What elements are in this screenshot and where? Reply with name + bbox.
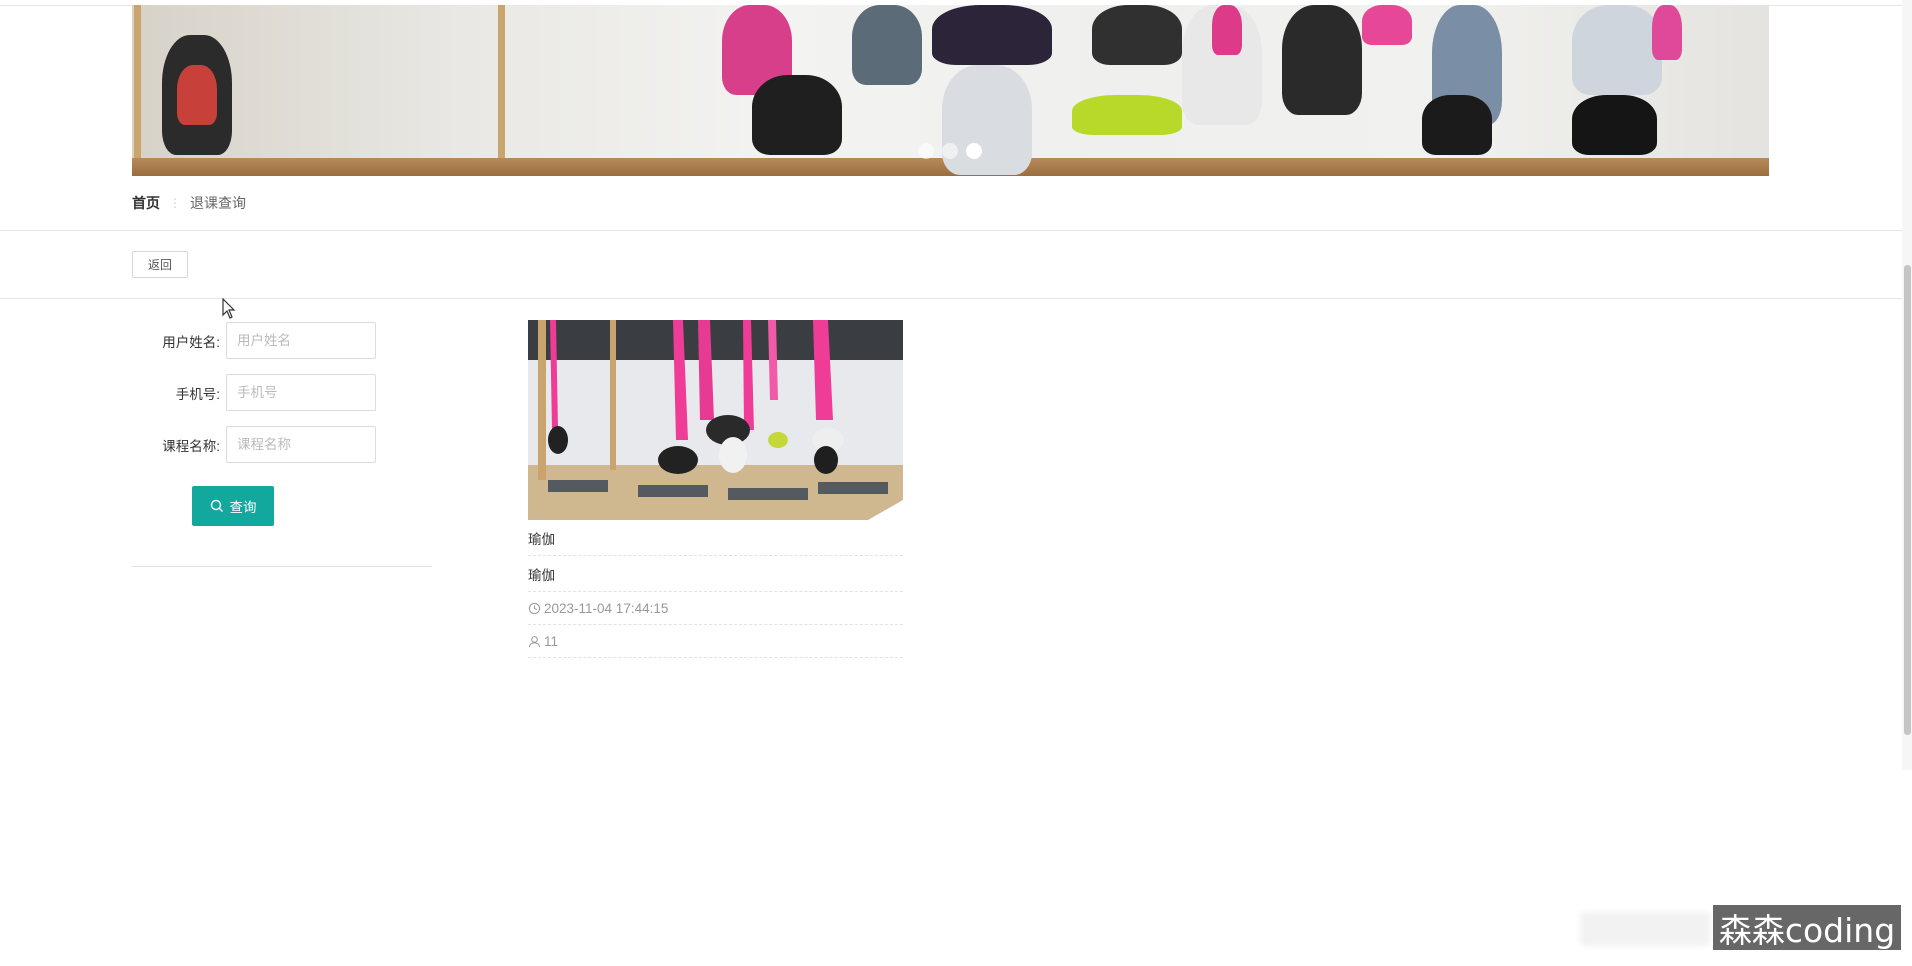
card-count-row: 11 bbox=[528, 625, 903, 658]
phone-label: 手机号: bbox=[175, 386, 220, 402]
yoga-photo bbox=[528, 320, 903, 520]
section-divider bbox=[0, 298, 1902, 299]
banner-figure bbox=[1572, 5, 1662, 95]
course-image[interactable] bbox=[528, 320, 903, 520]
banner-figure bbox=[1422, 95, 1492, 155]
banner-pole bbox=[134, 5, 141, 165]
card-count: 11 bbox=[544, 633, 559, 649]
back-button[interactable]: 返回 bbox=[132, 251, 188, 278]
username-label: 用户姓名: bbox=[162, 334, 220, 350]
section-divider bbox=[0, 230, 1902, 231]
carousel-dot[interactable] bbox=[942, 143, 958, 159]
banner-figure bbox=[1212, 5, 1242, 55]
breadcrumb-current: 退课查询 bbox=[190, 195, 246, 211]
form-divider bbox=[132, 566, 432, 567]
watermark-shadow bbox=[1580, 912, 1710, 946]
search-icon bbox=[210, 499, 223, 512]
search-button[interactable]: 查询 bbox=[192, 486, 274, 526]
card-time-row: 2023-11-04 17:44:15 bbox=[528, 592, 903, 625]
mouse-cursor-icon bbox=[222, 298, 236, 319]
card-title: 瑜伽 bbox=[528, 520, 903, 556]
carousel-dot-active[interactable] bbox=[966, 143, 982, 159]
form-row-phone: 手机号: bbox=[132, 374, 376, 411]
clock-icon bbox=[528, 602, 541, 614]
breadcrumb: 首页 ⋮ 退课查询 bbox=[132, 193, 246, 213]
phone-input[interactable] bbox=[226, 374, 376, 411]
card-course: 瑜伽 bbox=[528, 556, 903, 592]
breadcrumb-separator: ⋮ bbox=[169, 196, 181, 210]
user-icon bbox=[528, 635, 541, 647]
carousel-indicators bbox=[918, 143, 982, 159]
search-button-label: 查询 bbox=[229, 500, 257, 515]
username-input[interactable] bbox=[226, 322, 376, 359]
banner-figure bbox=[1092, 5, 1182, 65]
course-card[interactable]: 瑜伽 瑜伽 2023-11-04 17:44:15 11 bbox=[528, 320, 903, 658]
course-input[interactable] bbox=[226, 426, 376, 463]
banner-figure bbox=[852, 5, 922, 85]
banner-figure bbox=[177, 65, 217, 125]
banner-figure bbox=[1362, 5, 1412, 45]
banner-figure bbox=[1652, 5, 1682, 60]
banner-figure bbox=[1572, 95, 1657, 155]
banner-figure bbox=[932, 5, 1052, 65]
breadcrumb-home[interactable]: 首页 bbox=[132, 193, 160, 213]
scrollbar-thumb[interactable] bbox=[1904, 265, 1911, 735]
carousel-dot[interactable] bbox=[918, 143, 934, 159]
banner-figure bbox=[1072, 95, 1182, 135]
page: 首页 ⋮ 退课查询 返回 用户姓名: 手机号: 课程名称: 查询 bbox=[0, 0, 1912, 966]
banner-figure bbox=[1282, 5, 1362, 115]
watermark: 森森coding bbox=[1713, 905, 1901, 950]
banner-figure bbox=[752, 75, 842, 155]
form-row-course: 课程名称: bbox=[132, 426, 376, 463]
form-row-username: 用户姓名: bbox=[132, 322, 376, 359]
course-label: 课程名称: bbox=[162, 438, 220, 454]
card-time: 2023-11-04 17:44:15 bbox=[544, 600, 669, 616]
banner-pole bbox=[498, 5, 505, 165]
